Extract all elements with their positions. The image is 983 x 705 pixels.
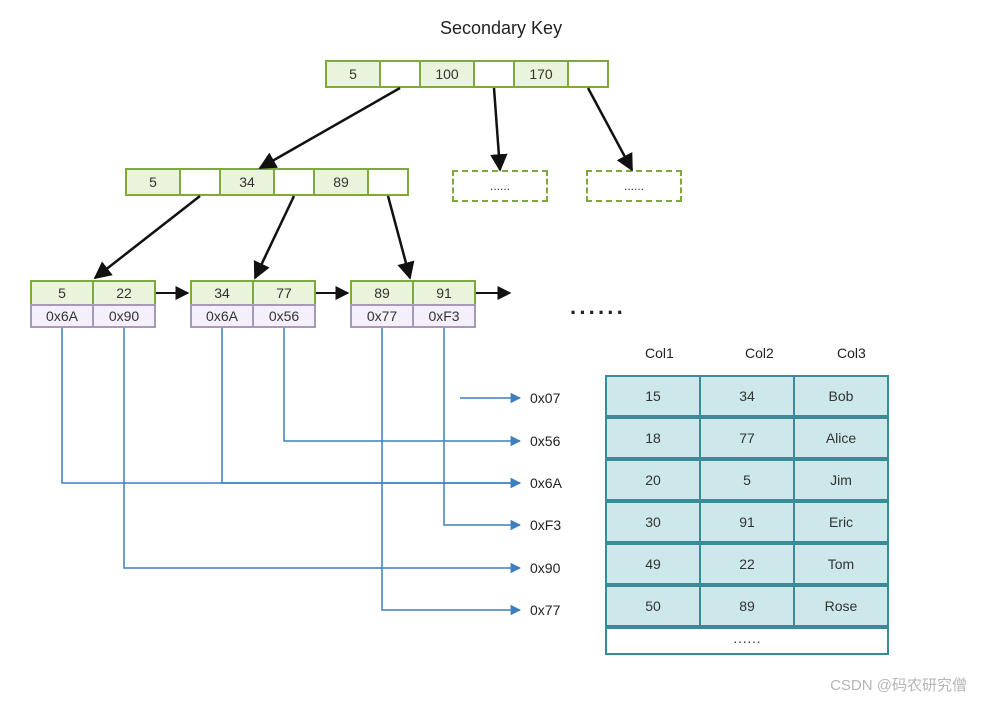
table-cell: 15 (605, 375, 701, 417)
table-cell: 5 (699, 459, 795, 501)
table-cell: Bob (793, 375, 889, 417)
leaf1-ptr-1: 0x56 (252, 304, 316, 328)
root-key-0: 5 (325, 60, 381, 88)
root-key-1: 100 (419, 60, 475, 88)
table-cell: 49 (605, 543, 701, 585)
mid-gap-2 (367, 168, 409, 196)
leaf-ellipsis: ······ (570, 300, 626, 326)
table-cell: 34 (699, 375, 795, 417)
table-cell: 91 (699, 501, 795, 543)
root-gap-0 (379, 60, 421, 88)
table-cell: 22 (699, 543, 795, 585)
addr-5: 0x77 (530, 602, 560, 618)
table-cell: 30 (605, 501, 701, 543)
table-cell: 89 (699, 585, 795, 627)
table-header-1: Col2 (745, 345, 774, 361)
leaf0-ptr-1: 0x90 (92, 304, 156, 328)
leaf1-key-0: 34 (190, 280, 254, 306)
addr-0: 0x07 (530, 390, 560, 406)
page-title: Secondary Key (440, 18, 562, 39)
table-cell: Tom (793, 543, 889, 585)
table-header-0: Col1 (645, 345, 674, 361)
addr-4: 0x90 (530, 560, 560, 576)
table-header-2: Col3 (837, 345, 866, 361)
leaf0-key-0: 5 (30, 280, 94, 306)
leaf0-key-1: 22 (92, 280, 156, 306)
mid-gap-0 (179, 168, 221, 196)
watermark: CSDN @码农研究僧 (830, 674, 967, 695)
root-gap-2 (567, 60, 609, 88)
table-cell: Rose (793, 585, 889, 627)
table-cell: Alice (793, 417, 889, 459)
table-cell: Eric (793, 501, 889, 543)
mid-key-1: 34 (219, 168, 275, 196)
leaf1-key-1: 77 (252, 280, 316, 306)
mid-key-0: 5 (125, 168, 181, 196)
leaf1-ptr-0: 0x6A (190, 304, 254, 328)
leaf2-ptr-0: 0x77 (350, 304, 414, 328)
table-cell: 50 (605, 585, 701, 627)
table-cell: 20 (605, 459, 701, 501)
leaf2-key-0: 89 (350, 280, 414, 306)
root-gap-1 (473, 60, 515, 88)
leaf0-ptr-0: 0x6A (30, 304, 94, 328)
ghost-child-1: ...... (586, 170, 682, 202)
addr-1: 0x56 (530, 433, 560, 449)
mid-key-2: 89 (313, 168, 369, 196)
leaf2-ptr-1: 0xF3 (412, 304, 476, 328)
table-more-row: ······ (605, 627, 889, 655)
table-cell: 77 (699, 417, 795, 459)
table-cell: 18 (605, 417, 701, 459)
leaf2-key-1: 91 (412, 280, 476, 306)
addr-3: 0xF3 (530, 517, 561, 533)
table-cell: Jim (793, 459, 889, 501)
addr-2: 0x6A (530, 475, 562, 491)
root-key-2: 170 (513, 60, 569, 88)
ghost-child-0: ...... (452, 170, 548, 202)
mid-gap-1 (273, 168, 315, 196)
